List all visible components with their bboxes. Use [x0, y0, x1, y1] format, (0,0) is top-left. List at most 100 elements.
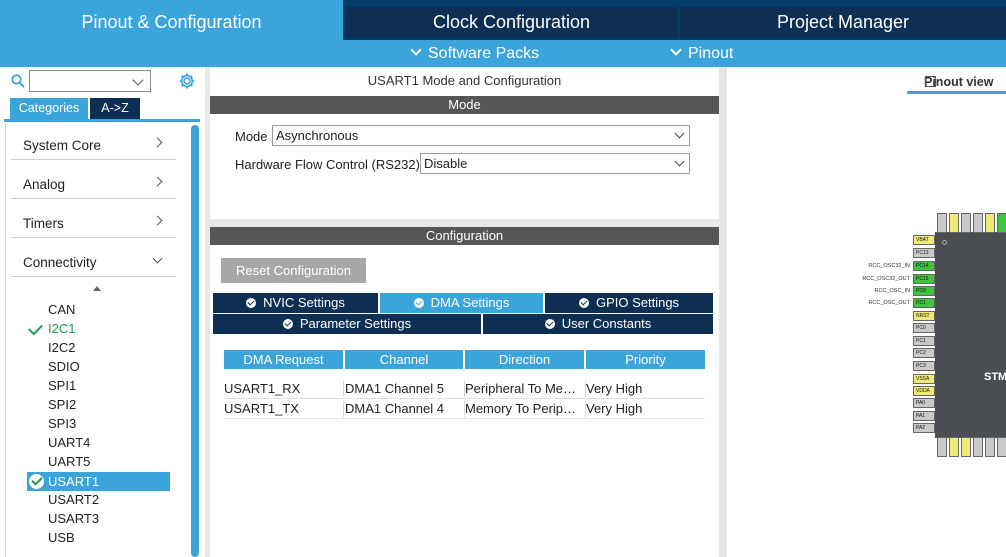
- tab-categories[interactable]: Categories: [10, 98, 88, 119]
- direction-cell: Memory To Peripheral: [465, 401, 583, 416]
- pin[interactable]: [973, 213, 983, 233]
- tab-gpio-settings[interactable]: GPIO Settings: [545, 293, 713, 313]
- peripheral-sdio[interactable]: SDIO: [48, 358, 80, 376]
- category-analog[interactable]: Analog: [11, 167, 176, 199]
- peripheral-i2c2[interactable]: I2C2: [48, 339, 75, 357]
- pin[interactable]: [973, 437, 983, 457]
- gear-icon[interactable]: [178, 72, 196, 90]
- hardware-flow-control-value: Disable: [424, 156, 468, 171]
- column-header-direction[interactable]: Direction: [465, 350, 584, 369]
- panel-title: USART1 Mode and Configuration: [367, 73, 562, 88]
- peripheral-spi3[interactable]: SPI3: [48, 415, 76, 433]
- pin-vdda[interactable]: VDDA: [913, 386, 935, 396]
- tab-label: User Constants: [561, 316, 652, 331]
- check-circle-icon: [29, 474, 44, 489]
- peripheral-spi1[interactable]: SPI1: [48, 377, 76, 395]
- chevron-down-icon: [410, 44, 422, 56]
- peripheral-can[interactable]: CAN: [48, 301, 75, 319]
- tab-project-manager[interactable]: Project Manager: [680, 7, 1006, 38]
- search-icon[interactable]: [11, 74, 25, 88]
- column-header-channel[interactable]: Channel: [345, 350, 463, 369]
- category-timers[interactable]: Timers: [11, 206, 176, 238]
- peripheral-usart2[interactable]: USART2: [48, 491, 99, 509]
- tab-user-constants[interactable]: User Constants: [483, 314, 713, 334]
- pin[interactable]: [985, 437, 995, 457]
- reset-configuration-button[interactable]: Reset Configuration: [221, 258, 366, 283]
- mcu-chip[interactable]: [935, 232, 1006, 438]
- signal-label: RCC_OSC_OUT: [868, 300, 910, 306]
- pin-pd0[interactable]: PD0: [913, 286, 935, 296]
- peripheral-usb[interactable]: USB: [48, 529, 75, 547]
- pin-vssa[interactable]: VSSA: [913, 374, 935, 384]
- scroll-up-arrow-icon[interactable]: [93, 286, 101, 291]
- category-system-core[interactable]: System Core: [11, 128, 176, 160]
- mode-header: Mode: [210, 96, 719, 114]
- dma-request-cell: USART1_RX: [224, 381, 301, 396]
- mode-configuration-content: USART1 Mode and Configuration Mode Mode …: [210, 67, 719, 557]
- pin[interactable]: [997, 437, 1006, 457]
- pin-pa1[interactable]: PA1: [913, 411, 935, 421]
- peripheral-uart4[interactable]: UART4: [48, 434, 90, 452]
- tab-label: NVIC Settings: [263, 295, 345, 310]
- tab-pinout-configuration[interactable]: Pinout & Configuration: [0, 0, 343, 40]
- tab-pinout-view[interactable]: Pinout view: [907, 73, 1006, 94]
- pin-pc13[interactable]: PC13: [913, 248, 935, 258]
- pin-pa0[interactable]: PA0: [913, 398, 935, 408]
- peripheral-spi2[interactable]: SPI2: [48, 396, 76, 414]
- pin-nrst[interactable]: NRST: [913, 311, 935, 321]
- pin-pc15[interactable]: PC15: [913, 274, 935, 284]
- chevron-right-icon: [152, 176, 163, 187]
- pin[interactable]: [937, 437, 947, 457]
- pin[interactable]: [961, 213, 971, 233]
- channel-cell: DMA1 Channel 4: [345, 401, 444, 416]
- hardware-flow-control-select[interactable]: Disable: [420, 153, 690, 174]
- sub-toolbar: Software Packs Pinout: [0, 40, 1006, 67]
- mode-select[interactable]: Asynchronous: [272, 125, 690, 146]
- tab-parameter-settings[interactable]: Parameter Settings: [213, 314, 481, 334]
- software-packs-menu[interactable]: Software Packs: [410, 43, 539, 65]
- top-tab-bar: Pinout & Configuration Clock Configurati…: [0, 0, 1006, 40]
- pin[interactable]: [949, 437, 959, 457]
- check-circle-icon: [282, 319, 293, 329]
- pin-pd1[interactable]: PD1: [913, 298, 935, 308]
- direction-cell: Peripheral To Memory: [465, 381, 583, 396]
- peripheral-usart3[interactable]: USART3: [48, 510, 99, 528]
- table-row[interactable]: USART1_TX DMA1 Channel 4 Memory To Perip…: [224, 399, 705, 419]
- tab-nvic-settings[interactable]: NVIC Settings: [213, 293, 378, 313]
- tab-dma-settings[interactable]: DMA Settings: [380, 293, 543, 313]
- column-header-dma-request[interactable]: DMA Request: [224, 350, 343, 369]
- peripheral-i2c1[interactable]: I2C1: [48, 320, 75, 338]
- column-separator: [343, 401, 344, 417]
- signal-label: RCC_OSC32_IN: [868, 263, 910, 269]
- left-scrollbar[interactable]: [191, 125, 199, 557]
- tab-label: DMA Settings: [430, 295, 510, 310]
- tab-label: GPIO Settings: [595, 295, 680, 310]
- category-connectivity[interactable]: Connectivity: [11, 245, 176, 277]
- pin[interactable]: [997, 213, 1006, 233]
- tab-underline: [4, 119, 200, 122]
- pin[interactable]: [985, 213, 995, 233]
- pin[interactable]: [961, 437, 971, 457]
- pin[interactable]: [949, 213, 959, 233]
- pin-pc2[interactable]: PC2: [913, 348, 935, 358]
- tab-clock-configuration[interactable]: Clock Configuration: [345, 7, 678, 38]
- pin[interactable]: [937, 213, 947, 233]
- pin-one-marker: [942, 240, 947, 245]
- table-row[interactable]: USART1_RX DMA1 Channel 5 Peripheral To M…: [224, 379, 705, 399]
- pin-pc3[interactable]: PC3: [913, 361, 935, 371]
- pinout-menu[interactable]: Pinout: [670, 43, 733, 65]
- pin-pa2[interactable]: PA2: [913, 423, 935, 433]
- pin-pc0[interactable]: PC0: [913, 323, 935, 333]
- pin-pc1[interactable]: PC1: [913, 336, 935, 346]
- peripheral-uart5[interactable]: UART5: [48, 453, 90, 471]
- pin-pc14[interactable]: PC14: [913, 261, 935, 271]
- pin-vbat[interactable]: VBAT: [913, 235, 935, 245]
- categories-panel: Categories A->Z System Core Analog Timer…: [0, 67, 205, 557]
- column-header-priority[interactable]: Priority: [586, 350, 705, 369]
- peripheral-usart1[interactable]: USART1: [27, 472, 170, 491]
- chevron-down-icon: [674, 156, 685, 167]
- priority-cell: Very High: [586, 381, 643, 396]
- tab-a-to-z[interactable]: A->Z: [90, 98, 140, 119]
- chevron-down-icon: [674, 128, 685, 139]
- chevron-right-icon: [152, 137, 163, 148]
